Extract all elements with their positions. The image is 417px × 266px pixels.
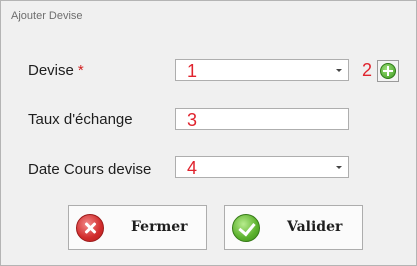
devise-select-value: 1 xyxy=(187,61,198,81)
dialog-window: Ajouter Devise Devise * 1 2 Taux d'échang… xyxy=(0,0,417,266)
validate-button[interactable]: Valider xyxy=(224,205,363,250)
chevron-down-icon xyxy=(336,69,342,72)
add-devise-button[interactable] xyxy=(377,60,399,82)
close-icon xyxy=(76,214,104,242)
chevron-down-icon xyxy=(336,166,342,169)
check-icon xyxy=(232,214,260,242)
devise-select[interactable]: 1 xyxy=(175,59,349,81)
required-mark: * xyxy=(77,62,84,79)
taux-label: Taux d'échange xyxy=(28,111,133,128)
dialog-title: Ajouter Devise xyxy=(11,10,83,22)
taux-input[interactable]: 3 xyxy=(175,108,349,130)
close-button-label: Fermer xyxy=(131,219,188,235)
date-select[interactable]: 4 xyxy=(175,156,349,178)
date-label: Date Cours devise xyxy=(28,161,152,178)
devise-label-text: Devise xyxy=(28,62,74,79)
date-select-value: 4 xyxy=(187,158,198,178)
add-annotation: 2 xyxy=(362,60,373,80)
close-button[interactable]: Fermer xyxy=(68,205,207,250)
taux-input-value: 3 xyxy=(187,110,198,130)
devise-label: Devise * xyxy=(28,62,84,79)
validate-button-label: Valider xyxy=(287,219,343,235)
